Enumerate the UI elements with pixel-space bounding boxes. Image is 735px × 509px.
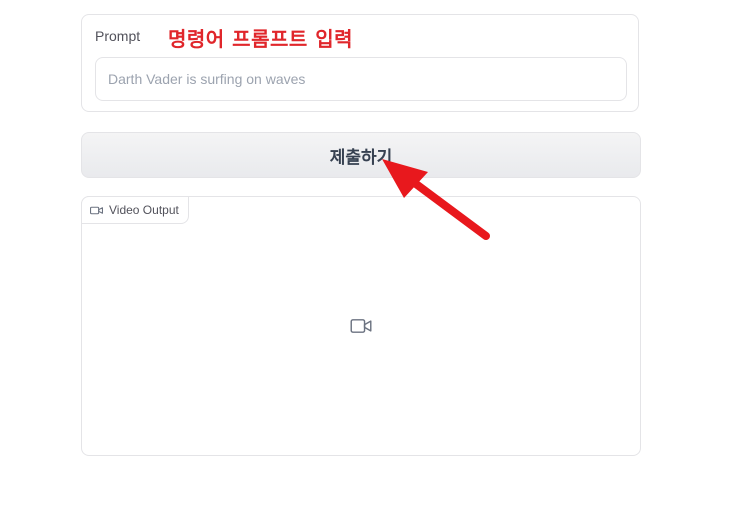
- video-output-tab: Video Output: [81, 196, 189, 224]
- video-output-label: Video Output: [109, 203, 179, 217]
- prompt-input[interactable]: [95, 57, 627, 101]
- prompt-label: Prompt: [95, 28, 141, 44]
- submit-button[interactable]: 제출하기: [81, 132, 641, 178]
- video-output-panel: Video Output: [81, 196, 641, 456]
- prompt-panel: Prompt 명령어 프롬프트 입력: [81, 14, 639, 112]
- prompt-annotation: 명령어 프롬프트 입력: [168, 27, 354, 51]
- video-camera-icon: [90, 205, 103, 216]
- video-placeholder-icon: [350, 318, 372, 339]
